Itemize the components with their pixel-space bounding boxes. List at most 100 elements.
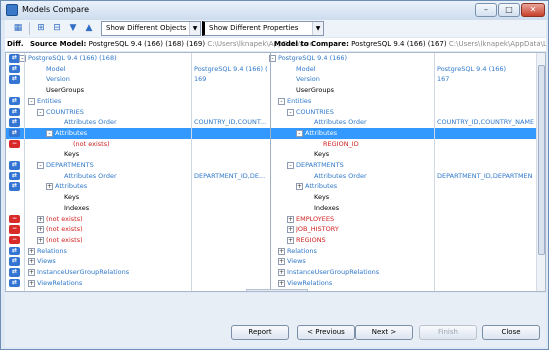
difference-icon[interactable]: ⇄ — [9, 278, 20, 288]
table-row[interactable]: ⇄ + Relations + Relations — [6, 246, 537, 257]
missing-object-icon[interactable]: − — [9, 225, 20, 234]
difference-icon[interactable]: ⇄ — [9, 257, 20, 266]
expand-icon[interactable]: + — [287, 215, 294, 223]
scrollbar-thumb[interactable] — [538, 65, 545, 255]
table-row[interactable]: ⇄ - PostgreSQL 9.4 (166) (168) - PostgreSQL … — [6, 53, 537, 64]
expand-icon[interactable]: + — [278, 279, 285, 287]
report-button[interactable]: Report — [231, 325, 289, 340]
target-node-label: Attributes Order — [314, 118, 367, 127]
diff-column-header: Diff. — [7, 40, 24, 48]
collapse-icon[interactable]: - — [28, 97, 35, 105]
difference-icon[interactable]: ⇄ — [9, 246, 20, 256]
table-row[interactable]: ⇄ Attributes Order COUNTRY_ID,COUNT... Attr… — [6, 117, 537, 128]
difference-icon[interactable]: ⇄ — [9, 128, 20, 138]
missing-object-icon[interactable]: − — [9, 139, 20, 149]
expand-icon[interactable]: + — [37, 236, 44, 244]
column-divider — [191, 53, 192, 291]
table-row[interactable]: − + (not exists) + EMPLOYEES — [6, 214, 537, 225]
expand-icon[interactable]: + — [278, 269, 285, 276]
source-property-value: PostgreSQL 9.4 (166) (... — [194, 64, 268, 73]
vertical-scrollbar[interactable] — [536, 53, 545, 291]
table-row[interactable]: ⇄ Version 169 Version 167 — [6, 74, 537, 85]
maximize-button[interactable]: □ — [498, 3, 520, 17]
table-row[interactable]: ⇄ + InstanceUserGroupRelations + InstanceUse… — [6, 267, 537, 278]
table-row[interactable]: ⇄ - Entities - Entities — [6, 96, 537, 107]
table-row[interactable]: ⇄ + Attributes + Attributes — [6, 181, 537, 192]
table-row[interactable]: − + (not exists) + JOB_HISTORY — [6, 224, 537, 235]
missing-object-icon[interactable]: − — [9, 235, 20, 245]
difference-icon[interactable]: ⇄ — [9, 64, 20, 74]
expand-icon[interactable]: + — [46, 183, 53, 191]
difference-icon[interactable]: ⇄ — [9, 118, 20, 127]
collapse-icon[interactable]: - — [46, 129, 53, 137]
pane-divider — [270, 53, 271, 291]
source-node-label: COUNTRIES — [46, 107, 84, 116]
minimize-button[interactable]: – — [475, 3, 497, 17]
expand-icon[interactable]: + — [28, 279, 35, 287]
tree-expand-icon[interactable]: ⊞ — [34, 22, 48, 34]
difference-icon[interactable]: ⇄ — [9, 161, 20, 170]
properties-filter-select[interactable]: Show Different Properties ▼ — [202, 21, 324, 36]
pane-splitter-handle[interactable] — [246, 289, 308, 291]
table-row[interactable]: − (not exists) REGION_ID — [6, 139, 537, 150]
expand-icon[interactable]: + — [37, 215, 44, 223]
difference-icon[interactable]: ⇄ — [9, 96, 20, 106]
target-node-label: Attributes — [305, 182, 338, 191]
source-node-label: Keys — [64, 150, 80, 159]
expand-icon[interactable]: + — [278, 247, 285, 255]
table-row[interactable]: ⇄ + Views + Views — [6, 256, 537, 267]
table-row[interactable]: ⇄ - DEPARTMENTS - DEPARTMENTS — [6, 160, 537, 171]
target-property-value: COUNTRY_ID,COUNTRY_NAME — [437, 118, 535, 127]
arrow-down-icon[interactable]: ▼ — [66, 22, 80, 34]
missing-object-icon[interactable]: − — [9, 214, 20, 223]
table-row[interactable]: ⇄ - Attributes - Attributes — [6, 127, 537, 139]
table-row[interactable]: UserGroups UserGroups — [6, 85, 537, 96]
table-row[interactable]: Keys Keys — [6, 149, 537, 160]
difference-icon[interactable]: ⇄ — [9, 268, 20, 277]
finish-button[interactable]: Finish — [419, 325, 477, 340]
target-model-label: Model to Compare: — [274, 40, 349, 48]
expand-icon[interactable]: + — [287, 236, 294, 244]
table-row[interactable]: Indexes Indexes — [6, 203, 537, 214]
expand-icon[interactable]: + — [278, 258, 285, 266]
table-row[interactable]: ⇄ Model PostgreSQL 9.4 (166) (... Model Post… — [6, 64, 537, 75]
previous-button[interactable]: < Previous — [297, 325, 355, 340]
collapse-icon[interactable]: - — [287, 162, 294, 169]
collapse-icon[interactable]: - — [37, 108, 44, 116]
close-button[interactable]: Close — [482, 325, 540, 340]
tree-collapse-icon[interactable]: ⊟ — [50, 22, 64, 34]
close-window-button[interactable]: ✕ — [521, 3, 545, 17]
table-row[interactable]: ⇄ + ViewRelations + ViewRelations — [6, 278, 537, 289]
table-row[interactable]: − + (not exists) + REGIONS — [6, 235, 537, 246]
target-node-label: PostgreSQL 9.4 (166) — [278, 54, 348, 62]
collapse-icon[interactable]: - — [37, 162, 44, 169]
difference-icon[interactable]: ⇄ — [9, 107, 20, 116]
table-row[interactable]: ⇄ Attributes Order DEPARTMENT_ID,DE... Attr… — [6, 171, 537, 182]
collapse-icon[interactable]: - — [296, 129, 303, 137]
next-button[interactable]: Next > — [355, 325, 413, 340]
target-property-value: 167 — [437, 75, 450, 84]
difference-icon[interactable]: ⇄ — [9, 182, 20, 191]
expand-icon[interactable]: + — [287, 226, 294, 234]
toolbar: ▦ ⊞ ⊟ ▼ ▲ Show Different Objects ▼ Show … — [5, 20, 546, 37]
difference-icon[interactable]: ⇄ — [9, 75, 20, 84]
expand-icon[interactable]: + — [37, 226, 44, 234]
objects-filter-select[interactable]: Show Different Objects ▼ — [101, 21, 201, 36]
table-row[interactable]: Keys Keys — [6, 192, 537, 203]
collapse-icon[interactable]: - — [287, 108, 294, 116]
table-row[interactable]: ⇄ - COUNTRIES - COUNTRIES — [6, 107, 537, 118]
target-property-value: PostgreSQL 9.4 (166) — [437, 64, 507, 73]
expand-icon[interactable]: + — [28, 269, 35, 276]
expand-icon[interactable]: + — [28, 258, 35, 266]
source-node-label: Indexes — [64, 203, 90, 212]
expand-icon[interactable]: + — [296, 183, 303, 191]
target-node-label: JOB_HISTORY — [296, 225, 339, 234]
difference-icon[interactable]: ⇄ — [9, 171, 20, 181]
collapse-icon[interactable]: - — [278, 97, 285, 105]
window-icon[interactable]: ▦ — [11, 22, 25, 34]
target-node-label: Relations — [287, 246, 317, 255]
target-node-label: EMPLOYEES — [296, 214, 335, 223]
source-property-value: 169 — [194, 75, 207, 84]
expand-icon[interactable]: + — [28, 247, 35, 255]
arrow-up-icon[interactable]: ▲ — [82, 22, 96, 34]
